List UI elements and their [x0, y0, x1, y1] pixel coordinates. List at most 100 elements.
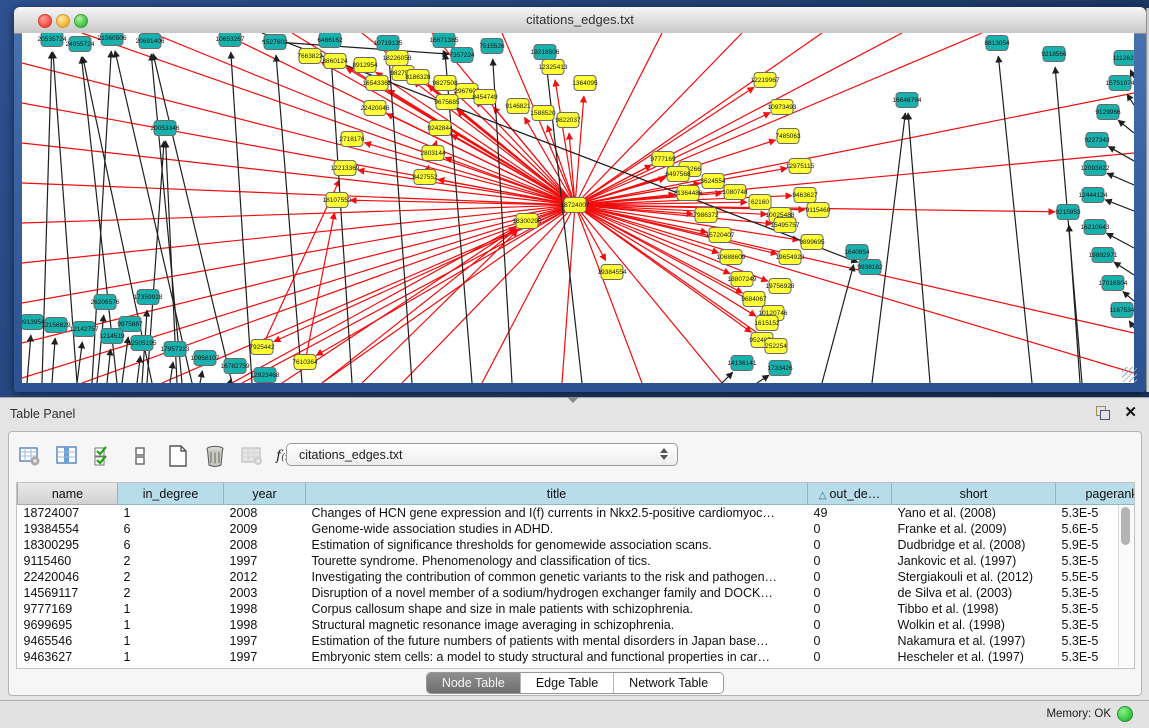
table-row[interactable]: 2242004622012Investigating the contribut…	[18, 569, 1136, 585]
network-node[interactable]: 9684067	[741, 292, 767, 307]
table-cell[interactable]: 0	[808, 521, 892, 537]
column-header-title[interactable]: title	[306, 483, 808, 505]
network-node[interactable]: 18724007	[561, 198, 590, 213]
table-cell[interactable]: 22420046	[18, 569, 118, 585]
network-node[interactable]: 6466162	[317, 33, 343, 48]
network-node[interactable]: 15495757	[771, 218, 800, 233]
table-row[interactable]: 977716911998Corpus callosum shape and si…	[18, 601, 1136, 617]
network-node[interactable]: 12923468	[251, 368, 280, 383]
network-node[interactable]: 9822037	[555, 113, 581, 128]
network-node[interactable]: 18300295	[513, 214, 542, 229]
network-node[interactable]: 1527602	[262, 35, 288, 50]
table-cell[interactable]: 0	[808, 537, 892, 553]
network-edge[interactable]	[822, 265, 854, 383]
network-node[interactable]: 9129966	[1095, 105, 1121, 120]
table-cell[interactable]: Jankovic et al. (1997)	[892, 553, 1056, 569]
network-node[interactable]: 17957223	[161, 342, 190, 357]
network-node[interactable]: 9463627	[792, 188, 818, 203]
table-cell[interactable]: 9699695	[18, 617, 118, 633]
network-node[interactable]: 9146821	[505, 99, 531, 114]
delete-rows-trash-icon[interactable]	[202, 443, 228, 469]
table-cell[interactable]: 1	[118, 505, 224, 522]
table-cell[interactable]: 1997	[224, 633, 306, 649]
network-edge[interactable]	[97, 315, 104, 383]
network-node[interactable]: 1733426	[767, 361, 793, 376]
float-panel-icon[interactable]	[1096, 406, 1110, 420]
column-header-name[interactable]: name	[18, 483, 118, 505]
network-node[interactable]: 20691406	[136, 34, 165, 49]
new-document-icon[interactable]	[165, 443, 191, 469]
network-node[interactable]: 9938162	[857, 260, 883, 275]
network-node[interactable]: 1214519	[99, 329, 125, 344]
table-cell[interactable]: 0	[808, 617, 892, 633]
table-cell[interactable]: 1	[118, 649, 224, 665]
network-node[interactable]: 1640954	[844, 245, 870, 260]
network-node[interactable]: 12142757	[70, 322, 99, 337]
table-cell[interactable]: 0	[808, 553, 892, 569]
network-node[interactable]: 19892971	[1089, 248, 1118, 263]
table-row[interactable]: 911546021997Tourette syndrome. Phenomeno…	[18, 553, 1136, 569]
network-edge[interactable]	[305, 213, 334, 362]
network-node[interactable]: 15751074	[1106, 76, 1134, 91]
network-node[interactable]: 17016504	[1099, 276, 1128, 291]
table-row[interactable]: 1456911722003Disruption of a novel membe…	[18, 585, 1136, 601]
table-cell[interactable]: 9465546	[18, 633, 118, 649]
network-edge[interactable]	[22, 205, 575, 378]
network-edge[interactable]	[107, 349, 111, 383]
table-cell[interactable]: 9115460	[18, 553, 118, 569]
table-cell[interactable]: 2	[118, 585, 224, 601]
column-header-pagerank[interactable]: pagerank	[1056, 483, 1136, 505]
table-settings-icon[interactable]	[17, 443, 43, 469]
network-node[interactable]: 7485063	[775, 129, 801, 144]
network-node[interactable]: 26206576	[91, 295, 120, 310]
network-node[interactable]: 21364486	[674, 186, 703, 201]
network-edge[interactable]	[42, 52, 52, 383]
table-cell[interactable]: Corpus callosum shape and size in male p…	[306, 601, 808, 617]
table-scrollbar-thumb[interactable]	[1121, 507, 1130, 545]
network-edge[interactable]	[1106, 233, 1134, 248]
table-cell[interactable]: Wolkin et al. (1998)	[892, 617, 1056, 633]
table-cell[interactable]: 6	[118, 521, 224, 537]
network-node[interactable]: 8427552	[412, 170, 438, 185]
network-node[interactable]: 9227343	[1084, 133, 1110, 148]
network-node[interactable]: 18107552	[323, 193, 352, 208]
network-edge[interactable]	[1055, 67, 1082, 383]
network-edge[interactable]	[137, 356, 140, 383]
table-cell[interactable]: 19384554	[18, 521, 118, 537]
table-cell[interactable]: 14569117	[18, 585, 118, 601]
table-cell[interactable]: 18724007	[18, 505, 118, 522]
network-node[interactable]: 7515526	[479, 39, 505, 54]
table-cell[interactable]: 0	[808, 585, 892, 601]
table-cell[interactable]: Genome-wide association studies in ADHD.	[306, 521, 808, 537]
table-cell[interactable]: 0	[808, 633, 892, 649]
network-node[interactable]: 9115460	[806, 203, 831, 218]
network-node[interactable]: 10688609	[717, 250, 746, 265]
splitter-handle-icon[interactable]	[567, 397, 579, 403]
network-node[interactable]: 10653267	[216, 33, 245, 47]
table-cell[interactable]: 2	[118, 569, 224, 585]
network-edge[interactable]	[22, 63, 575, 205]
network-node[interactable]: 12325413	[539, 60, 568, 75]
network-node[interactable]: 15720407	[706, 228, 735, 243]
network-node[interactable]: 20053346	[151, 121, 180, 136]
network-node[interactable]: 17359928	[134, 290, 163, 305]
table-cell[interactable]: 1997	[224, 649, 306, 665]
network-node[interactable]: 7925442	[249, 340, 275, 355]
network-edge[interactable]	[757, 375, 769, 383]
table-cell[interactable]: 0	[808, 569, 892, 585]
network-node[interactable]: 7357224	[449, 48, 475, 63]
table-cell[interactable]: 2009	[224, 521, 306, 537]
network-node[interactable]: 16782759	[221, 359, 250, 374]
network-node[interactable]: 9218566	[1041, 47, 1067, 62]
table-cell[interactable]: 18300295	[18, 537, 118, 553]
network-edge[interactable]	[22, 183, 575, 205]
network-node[interactable]: 8454749	[472, 90, 498, 105]
network-node[interactable]: 1364095	[572, 76, 598, 91]
table-row[interactable]: 946554611997Estimation of the future num…	[18, 633, 1136, 649]
column-header-year[interactable]: year	[224, 483, 306, 505]
network-edge[interactable]	[1118, 120, 1134, 133]
network-node[interactable]: 10958107	[191, 351, 220, 366]
network-edge[interactable]	[575, 93, 1134, 205]
network-edge[interactable]	[1114, 262, 1134, 275]
select-all-icon[interactable]	[91, 443, 117, 469]
